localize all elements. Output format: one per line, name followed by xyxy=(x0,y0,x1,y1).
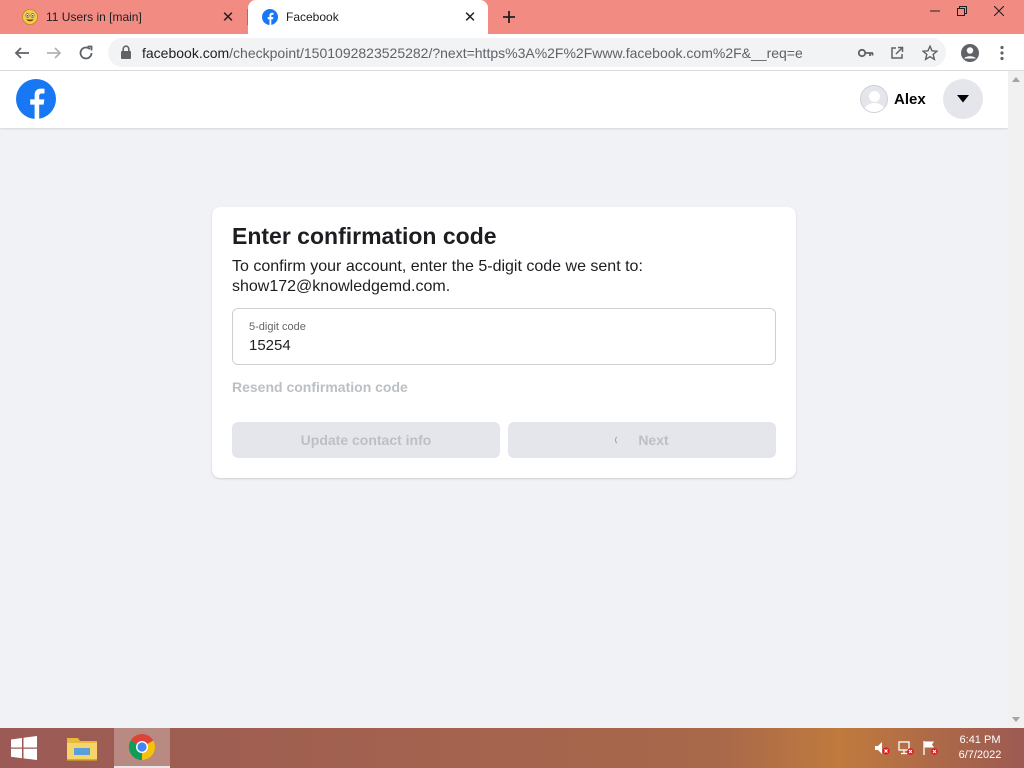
folder-icon xyxy=(67,738,97,761)
caret-down-icon xyxy=(957,95,969,103)
action-center-flag-icon[interactable] xyxy=(922,740,938,756)
restore-icon xyxy=(957,6,967,16)
forward-arrow-icon xyxy=(47,47,62,59)
chrome-icon xyxy=(128,734,156,761)
confirmation-card: Enter confirmation code To confirm your … xyxy=(212,207,796,478)
emoji-icon xyxy=(22,9,38,25)
windows-taskbar: 6:41 PM 6/7/2022 xyxy=(0,728,1024,768)
next-button-label: Next xyxy=(638,432,669,448)
code-field-label: 5-digit code xyxy=(249,321,306,333)
share-icon[interactable] xyxy=(887,43,907,63)
lock-icon xyxy=(121,45,131,59)
kebab-menu-icon xyxy=(1000,45,1004,61)
plus-icon xyxy=(503,11,515,23)
back-arrow-icon xyxy=(14,47,29,59)
browser-toolbar: facebook.com/checkpoint/1501092823525282… xyxy=(0,34,1024,71)
key-icon[interactable] xyxy=(856,43,876,63)
taskbar-clock[interactable]: 6:41 PM 6/7/2022 xyxy=(950,733,1010,763)
address-url: facebook.com/checkpoint/1501092823525282… xyxy=(142,45,803,61)
restore-button[interactable] xyxy=(945,0,979,22)
taskbar-file-explorer[interactable] xyxy=(54,728,110,768)
speaker-muted-icon[interactable] xyxy=(874,740,890,756)
forward-button[interactable] xyxy=(40,39,68,67)
card-description: To confirm your account, enter the 5-dig… xyxy=(232,258,643,295)
bookmark-star-icon[interactable] xyxy=(920,43,940,63)
facebook-icon xyxy=(262,9,278,25)
next-button[interactable]: Next xyxy=(508,422,776,458)
avatar xyxy=(860,85,888,113)
new-tab-button[interactable] xyxy=(498,6,520,28)
scroll-up-arrow-icon[interactable] xyxy=(1012,77,1020,82)
card-title: Enter confirmation code xyxy=(232,223,497,249)
reload-icon xyxy=(79,45,93,60)
close-icon xyxy=(994,6,1004,16)
close-window-button[interactable] xyxy=(982,0,1016,22)
close-icon[interactable]: ✕ xyxy=(218,7,238,27)
update-contact-button[interactable]: Update contact info xyxy=(232,422,500,458)
taskbar-chrome[interactable] xyxy=(114,728,170,768)
loading-spinner-icon xyxy=(615,435,625,445)
code-field[interactable]: 5-digit code xyxy=(232,308,776,365)
page-scrollbar[interactable] xyxy=(1008,71,1024,728)
account-icon xyxy=(961,44,979,62)
facebook-logo-icon[interactable] xyxy=(16,79,56,119)
url-host: facebook.com xyxy=(142,45,230,61)
chrome-menu-button[interactable] xyxy=(988,39,1016,67)
code-input[interactable] xyxy=(249,337,749,354)
resend-code-link[interactable]: Resend confirmation code xyxy=(232,379,408,395)
network-icon[interactable] xyxy=(898,740,914,756)
clock-time: 6:41 PM xyxy=(959,734,1001,746)
tab-users-title: 11 Users in [main] xyxy=(46,10,142,24)
profile-name: Alex xyxy=(894,90,926,108)
tab-facebook[interactable]: Facebook ✕ xyxy=(248,0,488,34)
close-icon[interactable]: ✕ xyxy=(460,7,480,27)
facebook-header: Alex xyxy=(0,71,1008,128)
clock-date: 6/7/2022 xyxy=(958,749,1002,761)
windows-start-icon[interactable] xyxy=(10,736,38,760)
tab-facebook-title: Facebook xyxy=(286,10,339,24)
minimize-icon xyxy=(930,10,940,12)
browser-tab-strip: 11 Users in [main] ✕ Facebook ✕ xyxy=(0,0,1024,34)
scroll-down-arrow-icon[interactable] xyxy=(1012,717,1020,722)
address-bar[interactable]: facebook.com/checkpoint/1501092823525282… xyxy=(108,38,946,67)
profile-link[interactable]: Alex xyxy=(860,85,926,113)
profile-button[interactable] xyxy=(956,39,984,67)
tab-users[interactable]: 11 Users in [main] ✕ xyxy=(8,0,246,34)
back-button[interactable] xyxy=(8,39,36,67)
url-path: /checkpoint/1501092823525282/?next=https… xyxy=(229,45,803,61)
reload-button[interactable] xyxy=(72,39,100,67)
account-menu-button[interactable] xyxy=(943,79,983,119)
